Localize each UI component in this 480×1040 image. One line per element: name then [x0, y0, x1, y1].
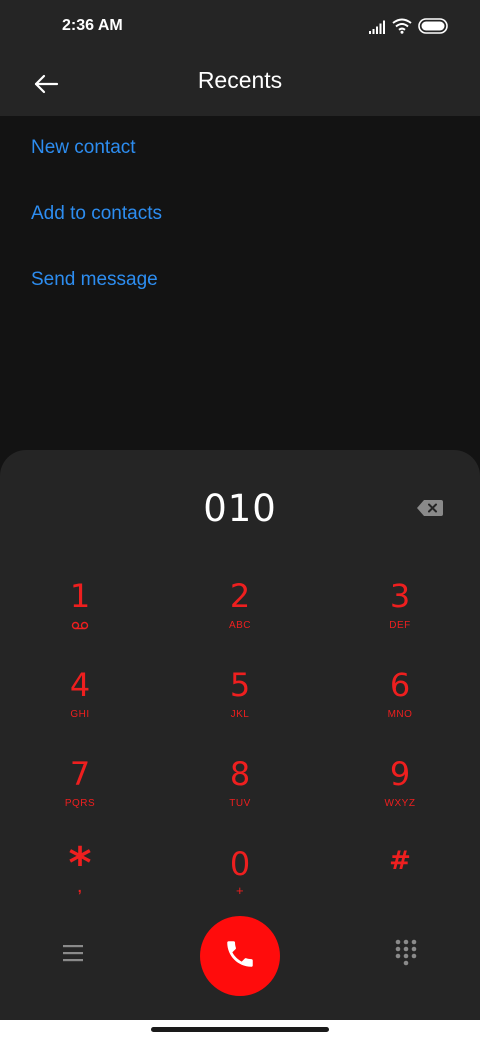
key-star[interactable]: * , [20, 838, 140, 926]
key-digit: 3 [389, 577, 411, 615]
key-letters: + [235, 883, 245, 898]
dialed-number: 010 [203, 487, 277, 530]
key-letters: WXYZ [384, 798, 416, 809]
backspace-icon[interactable] [416, 498, 444, 518]
key-digit: 0 [229, 845, 251, 883]
key-digit: * [68, 838, 92, 889]
key-letters: PQRS [64, 798, 96, 809]
key-digit: 6 [389, 666, 411, 704]
key-9[interactable]: 9 WXYZ [340, 756, 460, 836]
key-digit: # [389, 846, 411, 876]
key-letters: MNO [387, 709, 413, 720]
top-bar: 2:36 AM Recents [0, 0, 480, 116]
key-letters: TUV [229, 798, 251, 809]
key-letters: ABC [228, 620, 252, 631]
key-digit: 8 [229, 755, 251, 793]
key-8[interactable]: 8 TUV [180, 756, 300, 836]
battery-icon [418, 18, 450, 38]
key-2[interactable]: 2 ABC [180, 578, 300, 658]
key-digit: 4 [69, 666, 91, 704]
key-digit: 9 [389, 755, 411, 793]
key-4[interactable]: 4 GHI [20, 667, 140, 747]
status-time: 2:36 AM [62, 17, 123, 34]
key-letters: , [77, 879, 83, 895]
status-icons [368, 18, 450, 38]
key-7[interactable]: 7 PQRS [20, 756, 140, 836]
menu-icon[interactable] [62, 943, 98, 973]
status-bar: 2:36 AM [0, 0, 480, 56]
key-letters: DEF [389, 620, 411, 631]
phone-icon [223, 937, 257, 975]
add-to-contacts-link[interactable]: Add to contacts [31, 203, 162, 225]
wifi-icon [392, 18, 412, 38]
key-hash[interactable]: # [340, 846, 460, 926]
key-letters: JKL [230, 709, 250, 720]
page-title: Recents [197, 67, 283, 93]
key-digit: 2 [229, 577, 251, 615]
send-message-link[interactable]: Send message [31, 269, 158, 291]
key-letters: GHI [70, 709, 90, 720]
keypad-icon[interactable] [394, 938, 430, 974]
call-button[interactable] [200, 916, 280, 996]
signal-icon [368, 19, 386, 38]
key-0[interactable]: 0 + [180, 846, 300, 926]
system-nav-bar [0, 1020, 480, 1040]
app-bar: Recents [0, 56, 480, 116]
new-contact-link[interactable]: New contact [31, 137, 136, 159]
key-6[interactable]: 6 MNO [340, 667, 460, 747]
key-digit: 5 [229, 666, 251, 704]
key-digit: 7 [69, 755, 91, 793]
voicemail-icon [20, 619, 140, 636]
key-1[interactable]: 1 [20, 578, 140, 658]
key-digit: 1 [69, 577, 91, 615]
key-5[interactable]: 5 JKL [180, 667, 300, 747]
home-indicator[interactable] [151, 1027, 329, 1032]
key-3[interactable]: 3 DEF [340, 578, 460, 658]
